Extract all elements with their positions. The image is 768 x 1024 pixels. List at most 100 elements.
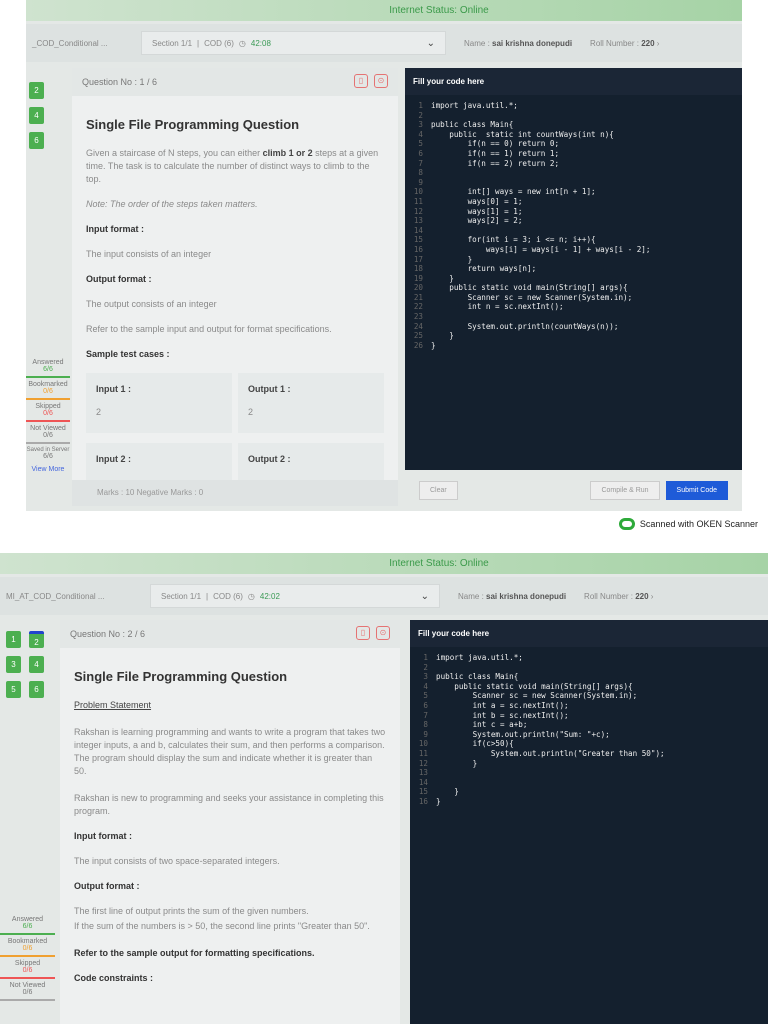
clear-button[interactable]: Clear <box>419 481 458 500</box>
code-line[interactable]: 12 } <box>410 759 768 769</box>
chevron-right-icon[interactable]: › <box>657 39 660 48</box>
line-number: 8 <box>423 720 428 730</box>
code-line[interactable]: 20 public static void main(String[] args… <box>405 283 742 293</box>
code-line[interactable]: 12 ways[1] = 1; <box>405 207 742 217</box>
code-line[interactable]: 7 if(n == 2) return 2; <box>405 159 742 169</box>
code-line[interactable]: 18 return ways[n]; <box>405 264 742 274</box>
code-line[interactable]: 25 } <box>405 331 742 341</box>
chevron-down-icon[interactable]: ⌄ <box>421 591 429 602</box>
code-line[interactable]: 15 for(int i = 3; i <= n; i++){ <box>405 235 742 245</box>
refer-text: Refer to the sample output for formattin… <box>74 948 315 958</box>
chevron-down-icon[interactable]: ⌄ <box>427 38 435 49</box>
section-label: Section 1/1 <box>161 591 202 601</box>
code-line[interactable]: 3 public class Main{ <box>410 672 768 682</box>
code-editor[interactable]: Fill your code here 1 import java.util.*;… <box>410 620 768 1024</box>
code-line[interactable]: 22 int n = sc.nextInt(); <box>405 302 742 312</box>
code-line[interactable]: 19 } <box>405 274 742 284</box>
bookmark-icon[interactable]: ▯ <box>356 626 370 640</box>
code-text: int b = sc.nextInt(); <box>436 710 569 720</box>
code-text: } <box>431 273 454 283</box>
report-icon[interactable]: ⊙ <box>376 626 390 640</box>
question-button[interactable]: 4 <box>29 107 44 124</box>
compile-run-button[interactable]: Compile & Run <box>590 481 660 500</box>
code-line[interactable]: 13 ways[2] = 2; <box>405 216 742 226</box>
screenshot-question-1: Internet Status: Online _COD_Conditional… <box>26 0 742 511</box>
line-number: 14 <box>418 777 428 787</box>
code-line[interactable]: 6 if(n == 1) return 1; <box>405 149 742 159</box>
screenshot-question-2: Internet Status: Online MI_AT_COD_Condit… <box>0 553 768 1024</box>
code-line[interactable]: 16} <box>410 797 768 807</box>
view-more-link[interactable]: View More <box>26 463 70 476</box>
breadcrumb[interactable]: _COD_Conditional ... <box>26 39 141 48</box>
code-text: public static void main(String[] args){ <box>436 681 633 691</box>
line-number: 1 <box>423 653 428 662</box>
legend-value: 6/6 <box>22 923 33 930</box>
code-line[interactable]: 2 <box>410 663 768 673</box>
submit-code-button[interactable]: Submit Code <box>665 481 728 500</box>
code-line[interactable]: 24 System.out.println(countWays(n)); <box>405 322 742 332</box>
code-text: public static int countWays(int n){ <box>431 129 614 139</box>
output-format-heading: Output format : <box>74 881 140 891</box>
bookmark-icon[interactable]: ▯ <box>354 74 368 88</box>
question-button[interactable]: 6 <box>29 681 44 698</box>
code-line[interactable]: 4 public static int countWays(int n){ <box>405 130 742 140</box>
question-button[interactable]: 3 <box>6 656 21 673</box>
line-number: 16 <box>413 244 423 254</box>
question-button[interactable]: 5 <box>6 681 21 698</box>
report-icon[interactable]: ⊙ <box>374 74 388 88</box>
question-button[interactable]: 6 <box>29 132 44 149</box>
section-selector[interactable]: Section 1/1 | COD (6) ◷ 42:08 ⌄ <box>141 31 446 55</box>
status-legend: Answered 6/6 Bookmarked 0/6 Skipped 0/6 Not… <box>26 356 70 476</box>
code-line[interactable]: 10 if(c>50){ <box>410 739 768 749</box>
line-number: 20 <box>413 283 423 293</box>
chevron-right-icon[interactable]: › <box>651 592 654 601</box>
breadcrumb[interactable]: MI_AT_COD_Conditional ... <box>0 592 150 601</box>
code-line[interactable]: 10 int[] ways = new int[n + 1]; <box>405 187 742 197</box>
section-sub: COD (6) <box>213 591 243 601</box>
code-line[interactable]: 11 System.out.println("Greater than 50")… <box>410 749 768 759</box>
code-line[interactable]: 7 int b = sc.nextInt(); <box>410 711 768 721</box>
code-line[interactable]: 14 <box>405 226 742 236</box>
legend-value: 6/6 <box>43 453 53 460</box>
code-line[interactable]: 1 import java.util.*; <box>405 101 742 111</box>
legend-label: Answered <box>32 359 64 366</box>
question-button[interactable]: 4 <box>29 656 44 673</box>
legend-value: 0/6 <box>43 388 53 395</box>
code-text: } <box>436 758 478 768</box>
question-button[interactable]: 1 <box>6 631 21 648</box>
code-line[interactable]: 8 <box>405 168 742 178</box>
code-line[interactable]: 2 <box>405 111 742 121</box>
code-line[interactable]: 4 public static void main(String[] args)… <box>410 682 768 692</box>
code-line[interactable]: 23 <box>405 312 742 322</box>
code-line[interactable]: 8 int c = a+b; <box>410 720 768 730</box>
section-selector[interactable]: Section 1/1 | COD (6) ◷ 42:02 ⌄ <box>150 584 440 608</box>
code-line[interactable]: 26} <box>405 341 742 351</box>
code-editor[interactable]: Fill your code here 1 import java.util.*;… <box>405 68 742 470</box>
line-number: 22 <box>413 302 423 312</box>
problem-statement: Rakshan is learning programming and want… <box>74 727 386 776</box>
code-line[interactable]: 21 Scanner sc = new Scanner(System.in); <box>405 293 742 303</box>
code-line[interactable]: 6 int a = sc.nextInt(); <box>410 701 768 711</box>
code-line[interactable]: 9 <box>405 178 742 188</box>
code-text: return ways[n]; <box>431 264 537 274</box>
question-type: Single File Programming Question <box>74 669 288 684</box>
code-line[interactable]: 17 } <box>405 255 742 265</box>
test-case: Input 1 :2 Output 1 :2 <box>86 373 384 433</box>
code-line[interactable]: 16 ways[i] = ways[i - 1] + ways[i - 2]; <box>405 245 742 255</box>
code-line[interactable]: 1 import java.util.*; <box>410 653 768 663</box>
code-line[interactable]: 9 System.out.println("Sum: "+c); <box>410 730 768 740</box>
code-line[interactable]: 3 public class Main{ <box>405 120 742 130</box>
code-line[interactable]: 13 <box>410 768 768 778</box>
question-button[interactable]: 2 <box>29 631 44 648</box>
code-text: int n = sc.nextInt(); <box>431 302 564 312</box>
code-line[interactable]: 15 } <box>410 787 768 797</box>
code-line[interactable]: 14 <box>410 778 768 788</box>
line-number: 7 <box>423 710 428 720</box>
code-line[interactable]: 5 Scanner sc = new Scanner(System.in); <box>410 691 768 701</box>
code-line[interactable]: 5 if(n == 0) return 0; <box>405 139 742 149</box>
code-line[interactable]: 11 ways[0] = 1; <box>405 197 742 207</box>
code-text: int c = a+b; <box>436 720 528 730</box>
question-button[interactable]: 2 <box>29 82 44 99</box>
legend-label: Skipped <box>35 403 61 410</box>
output-format: The output consists of an integer <box>86 299 217 309</box>
